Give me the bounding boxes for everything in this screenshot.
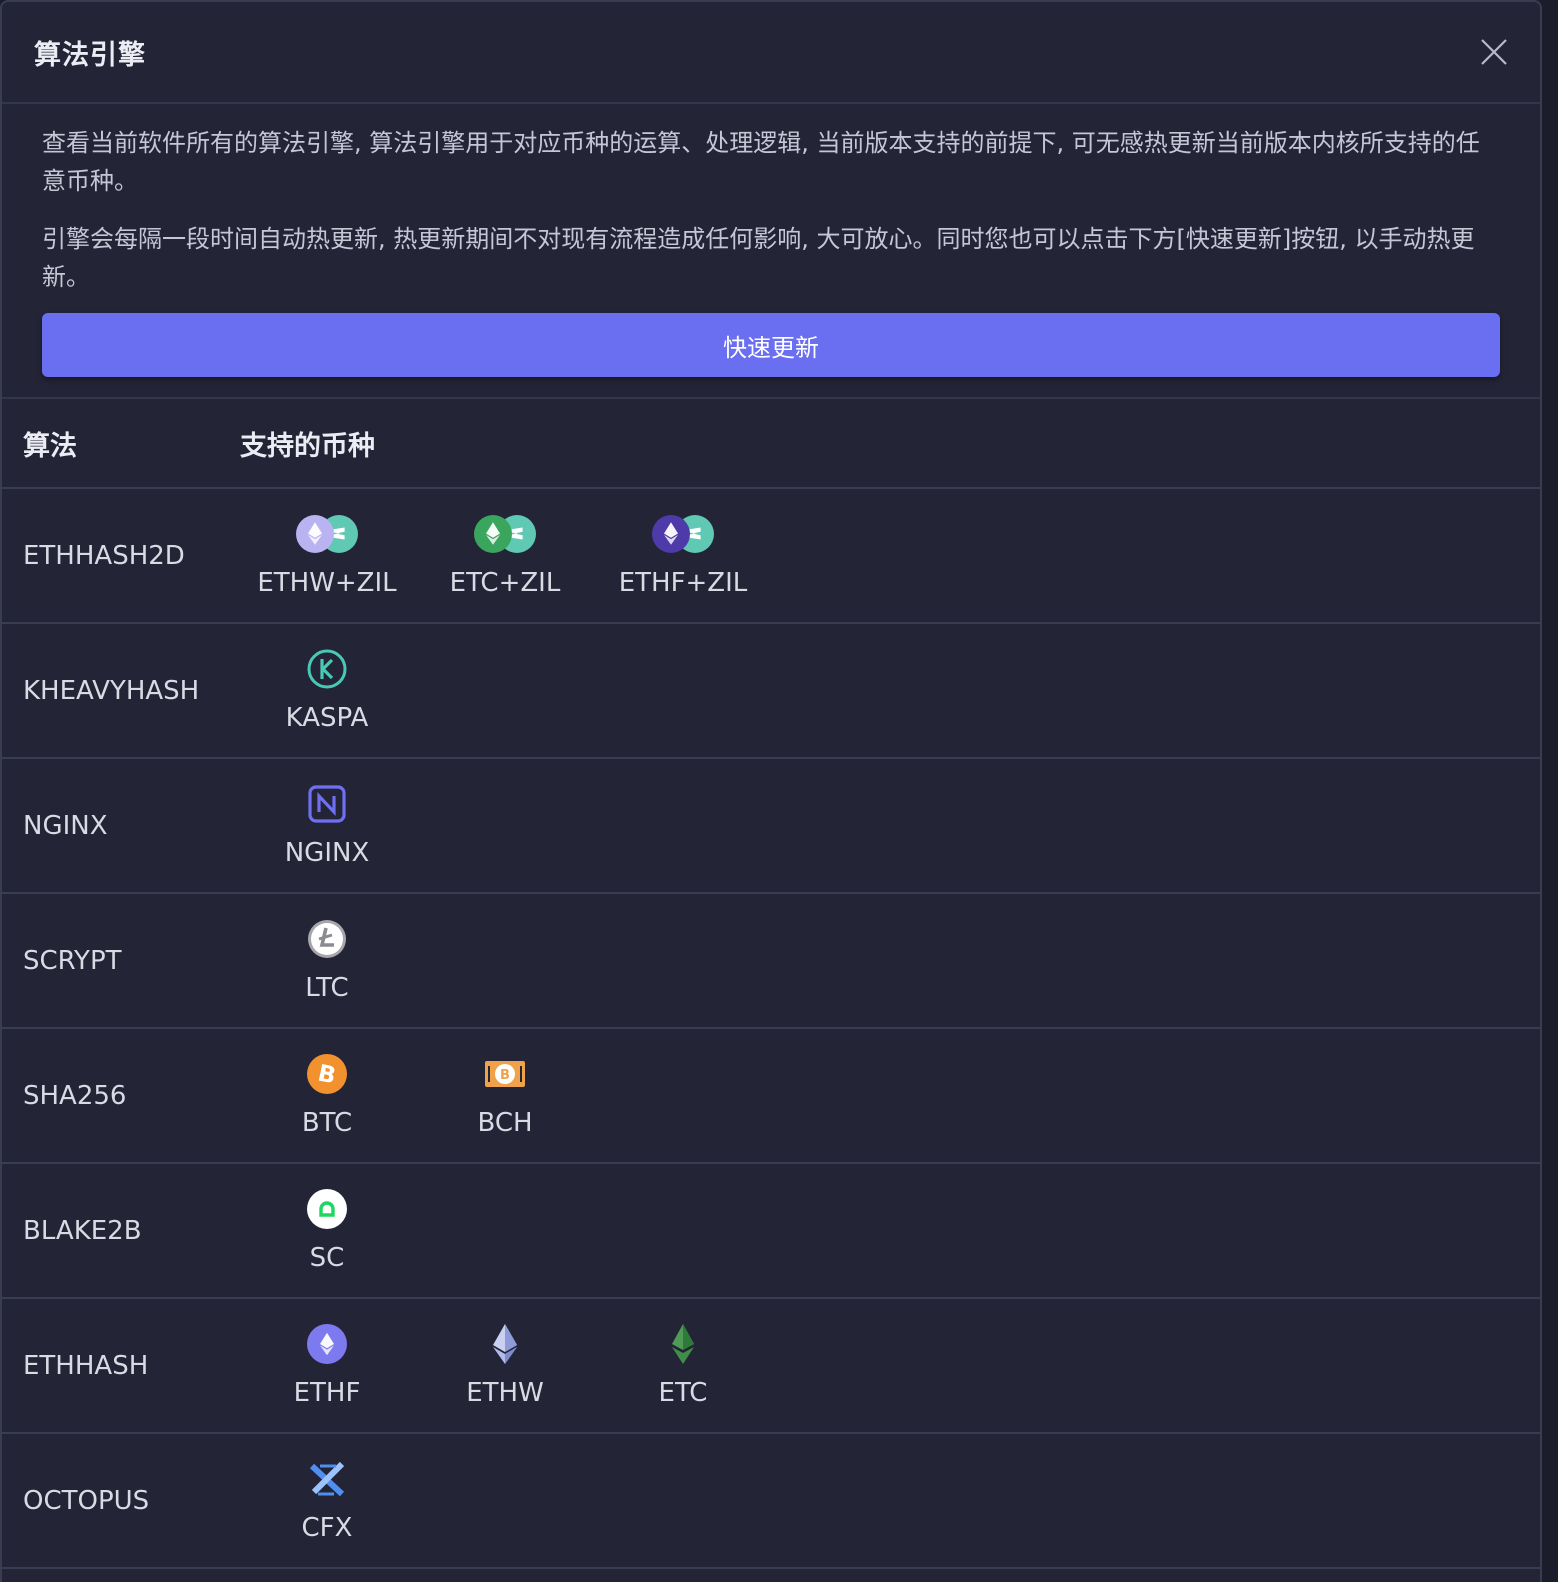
quick-update-button[interactable]: 快速更新 — [42, 313, 1500, 377]
coin-item[interactable]: NGINX — [238, 783, 416, 868]
table-row: ETHHASH2D ETHW+ZIL ETC+ZIL ETHF+ZIL — [2, 489, 1540, 624]
coin-label: BTC — [301, 1108, 353, 1138]
coin-item[interactable]: ETC — [594, 1323, 772, 1408]
description-paragraph-1: 查看当前软件所有的算法引擎, 算法引擎用于对应币种的运算、处理逻辑, 当前版本支… — [42, 129, 1480, 195]
coin-label: BCH — [477, 1108, 533, 1138]
ethf-icon — [307, 1324, 347, 1364]
coin-item[interactable]: KASPA — [238, 648, 416, 733]
coin-item[interactable]: ETHF — [238, 1323, 416, 1408]
btc-icon: B — [307, 1054, 347, 1094]
algorithm-name: ETHHASH2D — [23, 540, 185, 571]
coin-item[interactable]: CFX — [238, 1458, 416, 1543]
table-header: 算法 支持的币种 — [2, 399, 1540, 489]
table-row: BLAKE2B SC — [2, 1164, 1540, 1299]
algorithm-name: NGINX — [23, 810, 108, 841]
coin-list: SC — [238, 1188, 416, 1273]
nginx-icon — [308, 785, 346, 823]
coin-item[interactable]: ETHF+ZIL — [594, 513, 772, 598]
coin-list: ETHF ETHW ETC — [238, 1323, 772, 1408]
coin-list: B BTC B BCH — [238, 1053, 594, 1138]
coin-item[interactable]: ETHW+ZIL — [238, 513, 416, 598]
etc-icon — [672, 1324, 694, 1364]
algorithm-table: 算法 支持的币种 ETHHASH2D ETHW+ZIL ETC+ZIL ETHF… — [2, 397, 1540, 1569]
table-row: NGINX NGINX — [2, 759, 1540, 894]
dialog-title: 算法引擎 — [34, 39, 146, 71]
dialog-description: 查看当前软件所有的算法引擎, 算法引擎用于对应币种的运算、处理逻辑, 当前版本支… — [2, 104, 1540, 296]
svg-text:B: B — [500, 1068, 510, 1083]
algorithm-name: SHA256 — [23, 1080, 127, 1111]
ltc-icon — [308, 920, 346, 958]
description-paragraph-2: 引擎会每隔一段时间自动热更新, 热更新期间不对现有流程造成任何影响, 大可放心。… — [42, 225, 1475, 291]
coin-list: KASPA — [238, 648, 416, 733]
coin-label: ETC+ZIL — [449, 568, 561, 598]
coin-label: ETC — [658, 1378, 708, 1408]
kaspa-icon — [307, 649, 347, 689]
dialog-header: 算法引擎 — [2, 2, 1540, 104]
coin-item[interactable]: ETHW — [416, 1323, 594, 1408]
column-header-coins: 支持的币种 — [240, 430, 375, 462]
coin-label: ETHW — [466, 1378, 544, 1408]
coin-label: CFX — [301, 1513, 353, 1543]
ethf-zil-icon — [652, 515, 714, 553]
coin-label: SC — [309, 1243, 345, 1273]
coin-list: CFX — [238, 1458, 416, 1543]
coin-label: NGINX — [284, 838, 370, 868]
coin-label: ETHF — [293, 1378, 361, 1408]
sc-icon — [307, 1189, 347, 1229]
table-row: KHEAVYHASH KASPA — [2, 624, 1540, 759]
algorithm-name: BLAKE2B — [23, 1215, 142, 1246]
table-row: SHA256 B BTC B BCH — [2, 1029, 1540, 1164]
coin-item[interactable]: B BCH — [416, 1053, 594, 1138]
table-row: OCTOPUS CFX — [2, 1434, 1540, 1569]
ethw-zil-icon — [296, 515, 358, 553]
coin-item[interactable]: LTC — [238, 918, 416, 1003]
column-header-algorithm: 算法 — [23, 430, 77, 462]
etc-zil-icon — [474, 515, 536, 553]
coin-label: ETHF+ZIL — [618, 568, 748, 598]
coin-label: KASPA — [285, 703, 369, 733]
close-icon[interactable] — [1478, 36, 1510, 68]
bch-icon: B — [485, 1061, 525, 1087]
coin-item[interactable]: B BTC — [238, 1053, 416, 1138]
coin-item[interactable]: ETC+ZIL — [416, 513, 594, 598]
coin-label: LTC — [305, 973, 349, 1003]
algorithm-name: KHEAVYHASH — [23, 675, 200, 706]
algorithm-name: OCTOPUS — [23, 1485, 150, 1516]
ethw-icon — [493, 1324, 517, 1364]
algorithm-name: ETHHASH — [23, 1350, 149, 1381]
cfx-icon — [309, 1461, 345, 1497]
coin-item[interactable]: SC — [238, 1188, 416, 1273]
coin-list: NGINX — [238, 783, 416, 868]
algorithm-name: SCRYPT — [23, 945, 122, 976]
coin-label: ETHW+ZIL — [257, 568, 397, 598]
table-row: SCRYPT LTC — [2, 894, 1540, 1029]
coin-list: LTC — [238, 918, 416, 1003]
algorithm-engine-dialog: 算法引擎 查看当前软件所有的算法引擎, 算法引擎用于对应币种的运算、处理逻辑, … — [0, 0, 1542, 1582]
coin-list: ETHW+ZIL ETC+ZIL ETHF+ZIL — [238, 513, 772, 598]
table-row: ETHHASH ETHF ETHW ETC — [2, 1299, 1540, 1434]
